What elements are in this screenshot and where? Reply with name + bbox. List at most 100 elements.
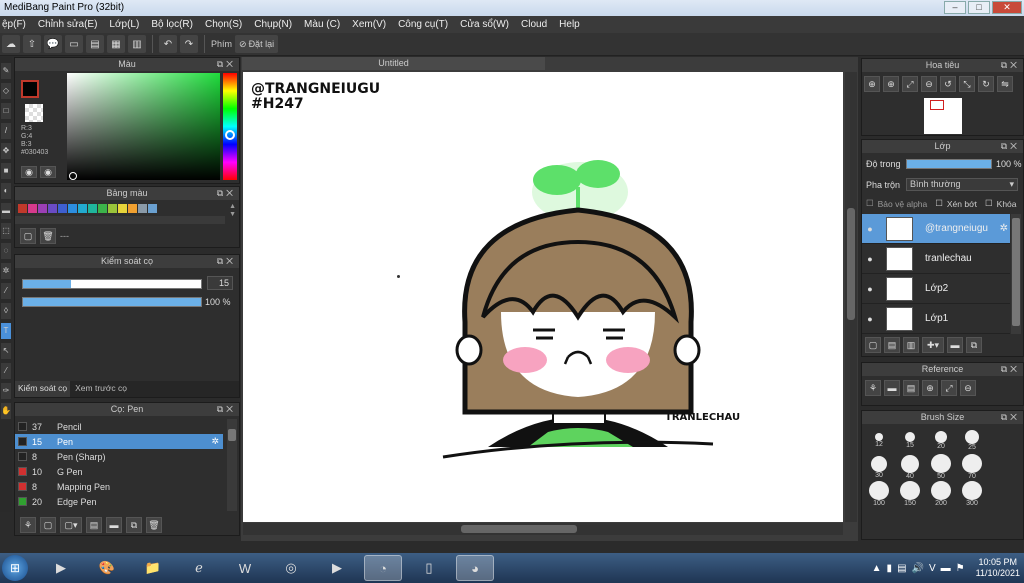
lock-checkbox[interactable]: ☐ [985, 198, 993, 209]
canvas-hscroll-thumb[interactable] [461, 525, 577, 533]
brush-size-slider[interactable] [22, 279, 202, 289]
brush-size-option[interactable]: 300 [957, 481, 987, 507]
pen-tool-icon[interactable]: ✎ [1, 63, 11, 79]
brush-list-item[interactable]: 10 G Pen [15, 464, 223, 479]
cloud-icon[interactable]: ☁ [2, 35, 20, 53]
system-clock[interactable]: 10:05 PM 11/10/2021 [976, 557, 1020, 579]
palette-swatch[interactable] [118, 204, 127, 213]
paint-app-icon[interactable]: 🎨 [88, 555, 126, 581]
signal-icon[interactable]: ▮ [887, 563, 893, 574]
brush-list-item[interactable]: 8 Mapping Pen [15, 479, 223, 494]
brush-size-option[interactable]: 150 [895, 481, 925, 507]
layer-list-scrollbar[interactable] [1011, 214, 1021, 334]
reference-zoom-out-icon[interactable]: ⊖ [960, 380, 976, 396]
reference-folder-icon[interactable]: ▬ [884, 380, 900, 396]
palette-swatch[interactable] [18, 204, 27, 213]
divide-tool-icon[interactable]: ⁄ [1, 363, 11, 379]
undo-icon[interactable]: ↶ [159, 35, 177, 53]
brush-size-option[interactable]: 15 [895, 427, 925, 453]
text-tool-icon[interactable]: T [1, 323, 11, 339]
panel-controls-icon[interactable]: ⧉✕ [1001, 363, 1020, 376]
close-button[interactable]: ✕ [992, 1, 1022, 14]
operation-tool-icon[interactable]: ↖ [1, 343, 11, 359]
palette-swatch[interactable] [68, 204, 77, 213]
flag-icon[interactable]: ⚑ [956, 563, 965, 574]
menu-snap[interactable]: Chụp(N) [254, 19, 292, 30]
internet-explorer-icon[interactable]: ℯ [180, 555, 218, 581]
show-hidden-icon[interactable]: ▲ [872, 563, 882, 574]
select-tool-icon[interactable]: ⬚ [1, 223, 11, 239]
color-mode-icon[interactable]: ◉ [21, 166, 37, 178]
comment-icon[interactable]: 💬 [44, 35, 62, 53]
primary-color-swatch[interactable] [21, 80, 39, 98]
palette-scroll-icon[interactable]: ▲ ▼ [229, 203, 236, 219]
layer-row[interactable]: ● @trangneiugu ✲ [862, 214, 1010, 244]
speech-bubble-icon[interactable]: ▭ [65, 35, 83, 53]
brush-size-option[interactable]: 50 [926, 454, 956, 480]
medibang-icon[interactable]: ◕ [456, 555, 494, 581]
palette-swatch[interactable] [98, 204, 107, 213]
layer-opacity-slider[interactable] [906, 159, 992, 169]
panel-controls-icon[interactable]: ⧉✕ [1001, 140, 1020, 153]
hand-tool-icon[interactable]: ✋ [1, 403, 11, 419]
rotate-right-icon[interactable]: ↻ [978, 76, 994, 92]
saturation-value-picker[interactable] [67, 73, 220, 180]
vpn-icon[interactable]: V [929, 563, 936, 574]
menu-filter[interactable]: Bộ lọc(R) [151, 19, 193, 30]
brush-opacity-slider[interactable] [22, 297, 202, 307]
eye-icon[interactable]: ● [862, 284, 878, 294]
panel-controls-icon[interactable]: ⧉✕ [1001, 411, 1020, 424]
panel-controls-icon[interactable]: ⧉✕ [217, 403, 236, 416]
color-picker-cursor[interactable] [69, 172, 77, 180]
bucket-tool-icon[interactable]: ◐ [1, 183, 11, 199]
dropper-tool-icon[interactable]: ✑ [1, 383, 11, 399]
palette-swatch[interactable] [108, 204, 117, 213]
start-button[interactable]: ⊞ [2, 555, 28, 581]
brush-list-item[interactable]: 8 Pen (Sharp) [15, 449, 223, 464]
brush-size-option[interactable]: 30 [864, 454, 894, 480]
add-brush-icon[interactable]: ⚘ [20, 517, 36, 533]
flip-icon[interactable]: ⇋ [997, 76, 1013, 92]
zoom-icon[interactable]: ▶ [318, 555, 356, 581]
brush-size-option[interactable]: 12 [864, 427, 894, 453]
fit-icon[interactable]: ⤢ [902, 76, 918, 92]
canvas-vscroll-thumb[interactable] [847, 208, 855, 320]
maximize-button[interactable]: □ [968, 1, 990, 14]
network-icon[interactable]: ▤ [897, 563, 906, 574]
color-history-icon[interactable]: ◉ [40, 166, 56, 178]
palette-swatch[interactable] [138, 204, 147, 213]
navigator-thumbnail[interactable] [924, 98, 962, 134]
panel-controls-icon[interactable]: ⧉✕ [217, 187, 236, 200]
brush-list-scroll-thumb[interactable] [228, 429, 236, 441]
menu-tools[interactable]: Công cụ(T) [398, 19, 448, 30]
palette-swatch[interactable] [28, 204, 37, 213]
layer-row[interactable]: ● tranlechau [862, 244, 1010, 274]
reference-fit-icon[interactable]: ⤢ [941, 380, 957, 396]
brush-dropdown-icon[interactable]: ▢▾ [60, 517, 82, 533]
gradient-tool-icon[interactable]: ▬ [1, 203, 11, 219]
palette-swatch[interactable] [88, 204, 97, 213]
lasso-tool-icon[interactable]: ◌ [1, 243, 11, 259]
palette-swatch[interactable] [128, 204, 137, 213]
palette-swatch[interactable] [48, 204, 57, 213]
eraser-tool-icon[interactable]: ◇ [1, 83, 11, 99]
brush-folder-icon[interactable]: ▬ [106, 517, 122, 533]
new-layer-2-icon[interactable]: ▤ [884, 337, 900, 353]
share-icon[interactable]: ⇧ [23, 35, 41, 53]
zoom-in-icon[interactable]: ⊕ [864, 76, 880, 92]
fill-tool-icon[interactable]: ■ [1, 163, 11, 179]
eyedropper-icon[interactable]: ⁄ [1, 283, 11, 299]
fit-window-icon[interactable]: ⤡ [959, 76, 975, 92]
brush-list-item[interactable]: 20 Edge Pen [15, 494, 223, 509]
new-layer-3-icon[interactable]: ▥ [903, 337, 919, 353]
canvas-tab[interactable]: Untitled [242, 57, 545, 70]
blend-mode-select[interactable]: Bình thường ▾ [906, 178, 1018, 191]
chrome-icon[interactable]: ◎ [272, 555, 310, 581]
document-icon[interactable]: ▯ [410, 555, 448, 581]
zoom-in-2-icon[interactable]: ⊕ [883, 76, 899, 92]
brush-size-option[interactable]: 25 [957, 427, 987, 453]
select-eraser-icon[interactable]: ◊ [1, 303, 11, 319]
protect-alpha-checkbox[interactable]: ☐ [866, 198, 874, 209]
tab-brush-control[interactable]: Kiểm soát cọ [15, 381, 71, 397]
layer-add-dropdown-icon[interactable]: ✚▾ [922, 337, 944, 353]
